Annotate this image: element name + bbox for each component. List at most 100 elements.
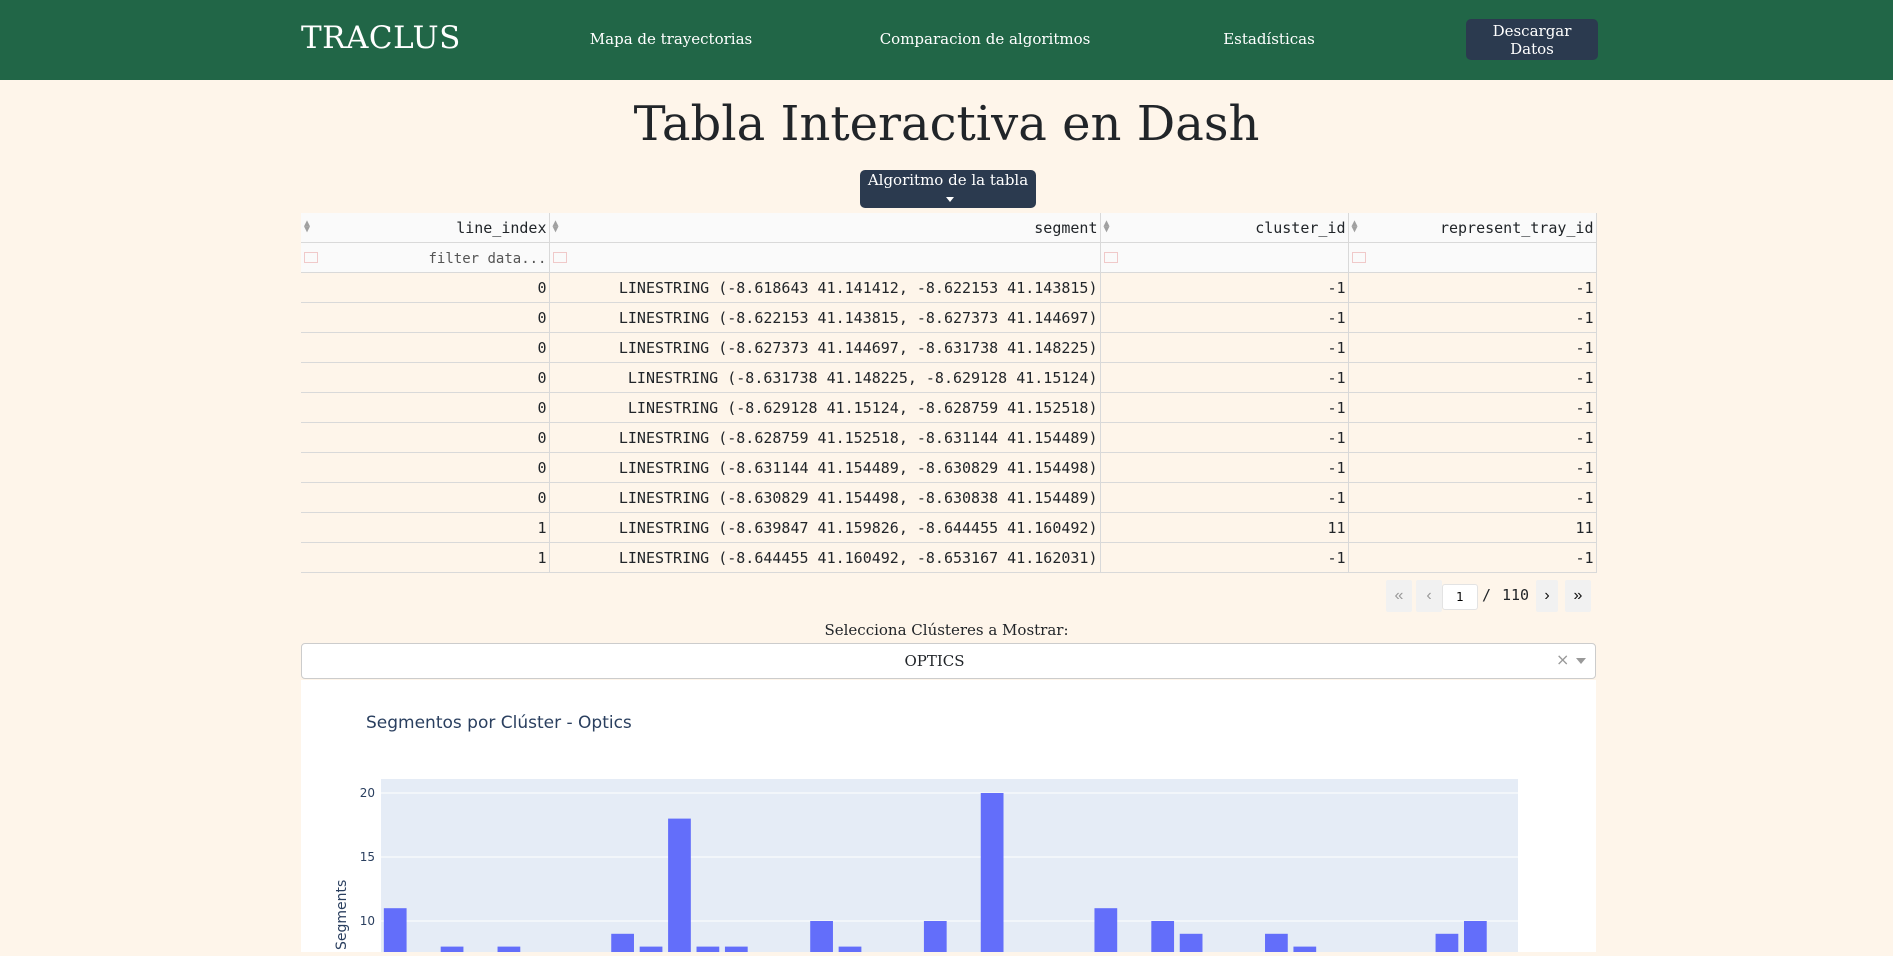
bar[interactable] [383,908,407,952]
cluster-select[interactable]: OPTICS × [301,643,1596,679]
case-toggle-icon[interactable] [1351,252,1366,263]
column-header-represent-tray-id[interactable]: ▲ ▼ represent_tray_id [1348,213,1597,243]
cell-represent-tray-id[interactable]: -1 [1348,302,1597,333]
table-row[interactable]: 0 LINESTRING (-8.628759 41.152518, -8.631… [301,422,1597,453]
cell-represent-tray-id[interactable]: 11 [1348,512,1597,543]
bar[interactable] [1265,933,1288,952]
table-row[interactable]: 0 LINESTRING (-8.627373 41.144697, -8.631… [301,332,1597,363]
table-row[interactable]: 0 LINESTRING (-8.631738 41.148225, -8.629… [301,362,1597,393]
cell-represent-tray-id[interactable]: -1 [1348,392,1597,423]
cell-cluster-id[interactable]: -1 [1100,452,1349,483]
sort-icon[interactable]: ▲ ▼ [553,219,559,235]
cell-represent-tray-id[interactable]: -1 [1348,362,1597,393]
table-row[interactable]: 0 LINESTRING (-8.630829 41.154498, -8.630… [301,482,1597,513]
cell-line-index[interactable]: 0 [301,392,550,423]
cell-cluster-id[interactable]: -1 [1100,362,1349,393]
chevron-down-icon[interactable] [1576,658,1586,664]
bar[interactable] [1179,933,1203,952]
cell-cluster-id[interactable]: 11 [1100,512,1349,543]
cell-segment[interactable]: LINESTRING (-8.618643 41.141412, -8.6221… [549,272,1101,303]
cell-represent-tray-id[interactable]: -1 [1348,452,1597,483]
cell-represent-tray-id[interactable]: -1 [1348,332,1597,363]
cell-cluster-id[interactable]: -1 [1100,302,1349,333]
filter-cell-segment[interactable] [549,242,1101,273]
cell-cluster-id[interactable]: -1 [1100,272,1349,303]
cell-line-index[interactable]: 1 [301,512,550,543]
bar[interactable] [1293,946,1317,952]
first-page-icon[interactable]: « [1386,580,1412,612]
table-row[interactable]: 0 LINESTRING (-8.629128 41.15124, -8.6287… [301,392,1597,423]
bar[interactable] [838,946,862,952]
cell-segment[interactable]: LINESTRING (-8.630829 41.154498, -8.6308… [549,482,1101,513]
clear-icon[interactable]: × [1556,650,1569,669]
cell-represent-tray-id[interactable]: -1 [1348,422,1597,453]
download-data-button[interactable]: Descargar Datos [1466,19,1598,60]
sort-icon[interactable]: ▲ ▼ [1104,219,1110,235]
bar[interactable] [923,921,947,952]
table-row[interactable]: 0 LINESTRING (-8.622153 41.143815, -8.627… [301,302,1597,333]
cell-line-index[interactable]: 1 [301,542,550,573]
cell-represent-tray-id[interactable]: -1 [1348,482,1597,513]
filter-cell-represent-tray-id[interactable] [1348,242,1597,273]
nav-link-estadisticas[interactable]: Estadísticas [1223,30,1315,48]
cell-segment[interactable]: LINESTRING (-8.631738 41.148225, -8.6291… [549,362,1101,393]
cell-segment[interactable]: LINESTRING (-8.644455 41.160492, -8.6531… [549,542,1101,573]
bar[interactable] [724,946,748,952]
bar[interactable] [1094,908,1118,952]
column-header-line-index[interactable]: ▲ ▼ line_index [301,213,550,243]
table-row[interactable]: 0 LINESTRING (-8.618643 41.141412, -8.622… [301,272,1597,303]
filter-cell-line-index[interactable]: filter data... [301,242,550,273]
sort-icon[interactable]: ▲ ▼ [304,219,310,235]
cell-cluster-id[interactable]: -1 [1100,422,1349,453]
cell-line-index[interactable]: 0 [301,482,550,513]
next-page-icon[interactable]: › [1536,580,1558,612]
cell-line-index[interactable]: 0 [301,452,550,483]
cell-line-index[interactable]: 0 [301,272,550,303]
bar[interactable] [611,933,634,952]
filter-input[interactable]: filter data... [428,251,546,267]
nav-link-comparacion[interactable]: Comparacion de algoritmos [880,30,1091,48]
bar[interactable] [810,921,833,952]
cell-segment[interactable]: LINESTRING (-8.639847 41.159826, -8.6444… [549,512,1101,543]
case-toggle-icon[interactable] [1103,252,1118,263]
cell-segment[interactable]: LINESTRING (-8.628759 41.152518, -8.6311… [549,422,1101,453]
cell-represent-tray-id[interactable]: -1 [1348,542,1597,573]
bar[interactable] [1151,921,1175,952]
cell-segment[interactable]: LINESTRING (-8.629128 41.15124, -8.62875… [549,392,1101,423]
bar[interactable] [696,946,720,952]
case-toggle-icon[interactable] [304,252,318,263]
bar[interactable] [668,818,691,952]
table-row[interactable]: 1 LINESTRING (-8.644455 41.160492, -8.653… [301,542,1597,573]
table-row[interactable]: 0 LINESTRING (-8.631144 41.154489, -8.630… [301,452,1597,483]
bar[interactable] [639,946,663,952]
cell-line-index[interactable]: 0 [301,332,550,363]
bar[interactable] [1435,933,1459,952]
cell-line-index[interactable]: 0 [301,422,550,453]
cell-segment[interactable]: LINESTRING (-8.627373 41.144697, -8.6317… [549,332,1101,363]
bar[interactable] [1463,921,1487,952]
bar[interactable] [440,946,464,952]
brand-logo[interactable]: TRACLUS [301,20,461,56]
cell-cluster-id[interactable]: -1 [1100,392,1349,423]
cell-cluster-id[interactable]: -1 [1100,482,1349,513]
page-number-input[interactable] [1442,584,1478,610]
prev-page-icon[interactable]: ‹ [1416,580,1442,612]
bar[interactable] [980,793,1004,952]
nav-link-mapa[interactable]: Mapa de trayectorias [590,30,752,48]
cell-cluster-id[interactable]: -1 [1100,332,1349,363]
column-header-cluster-id[interactable]: ▲ ▼ cluster_id [1100,213,1349,243]
column-header-segment[interactable]: ▲ ▼ segment [549,213,1101,243]
cell-line-index[interactable]: 0 [301,302,550,333]
sort-icon[interactable]: ▲ ▼ [1352,219,1358,235]
bar[interactable] [497,946,521,952]
cell-cluster-id[interactable]: -1 [1100,542,1349,573]
algorithm-dropdown-button[interactable]: Algoritmo de la tabla [860,170,1036,208]
cell-represent-tray-id[interactable]: -1 [1348,272,1597,303]
case-toggle-icon[interactable] [552,252,567,263]
last-page-icon[interactable]: » [1565,580,1591,612]
cell-segment[interactable]: LINESTRING (-8.631144 41.154489, -8.6308… [549,452,1101,483]
cell-segment[interactable]: LINESTRING (-8.622153 41.143815, -8.6273… [549,302,1101,333]
filter-cell-cluster-id[interactable] [1100,242,1349,273]
cell-line-index[interactable]: 0 [301,362,550,393]
table-row[interactable]: 1 LINESTRING (-8.639847 41.159826, -8.644… [301,512,1597,543]
